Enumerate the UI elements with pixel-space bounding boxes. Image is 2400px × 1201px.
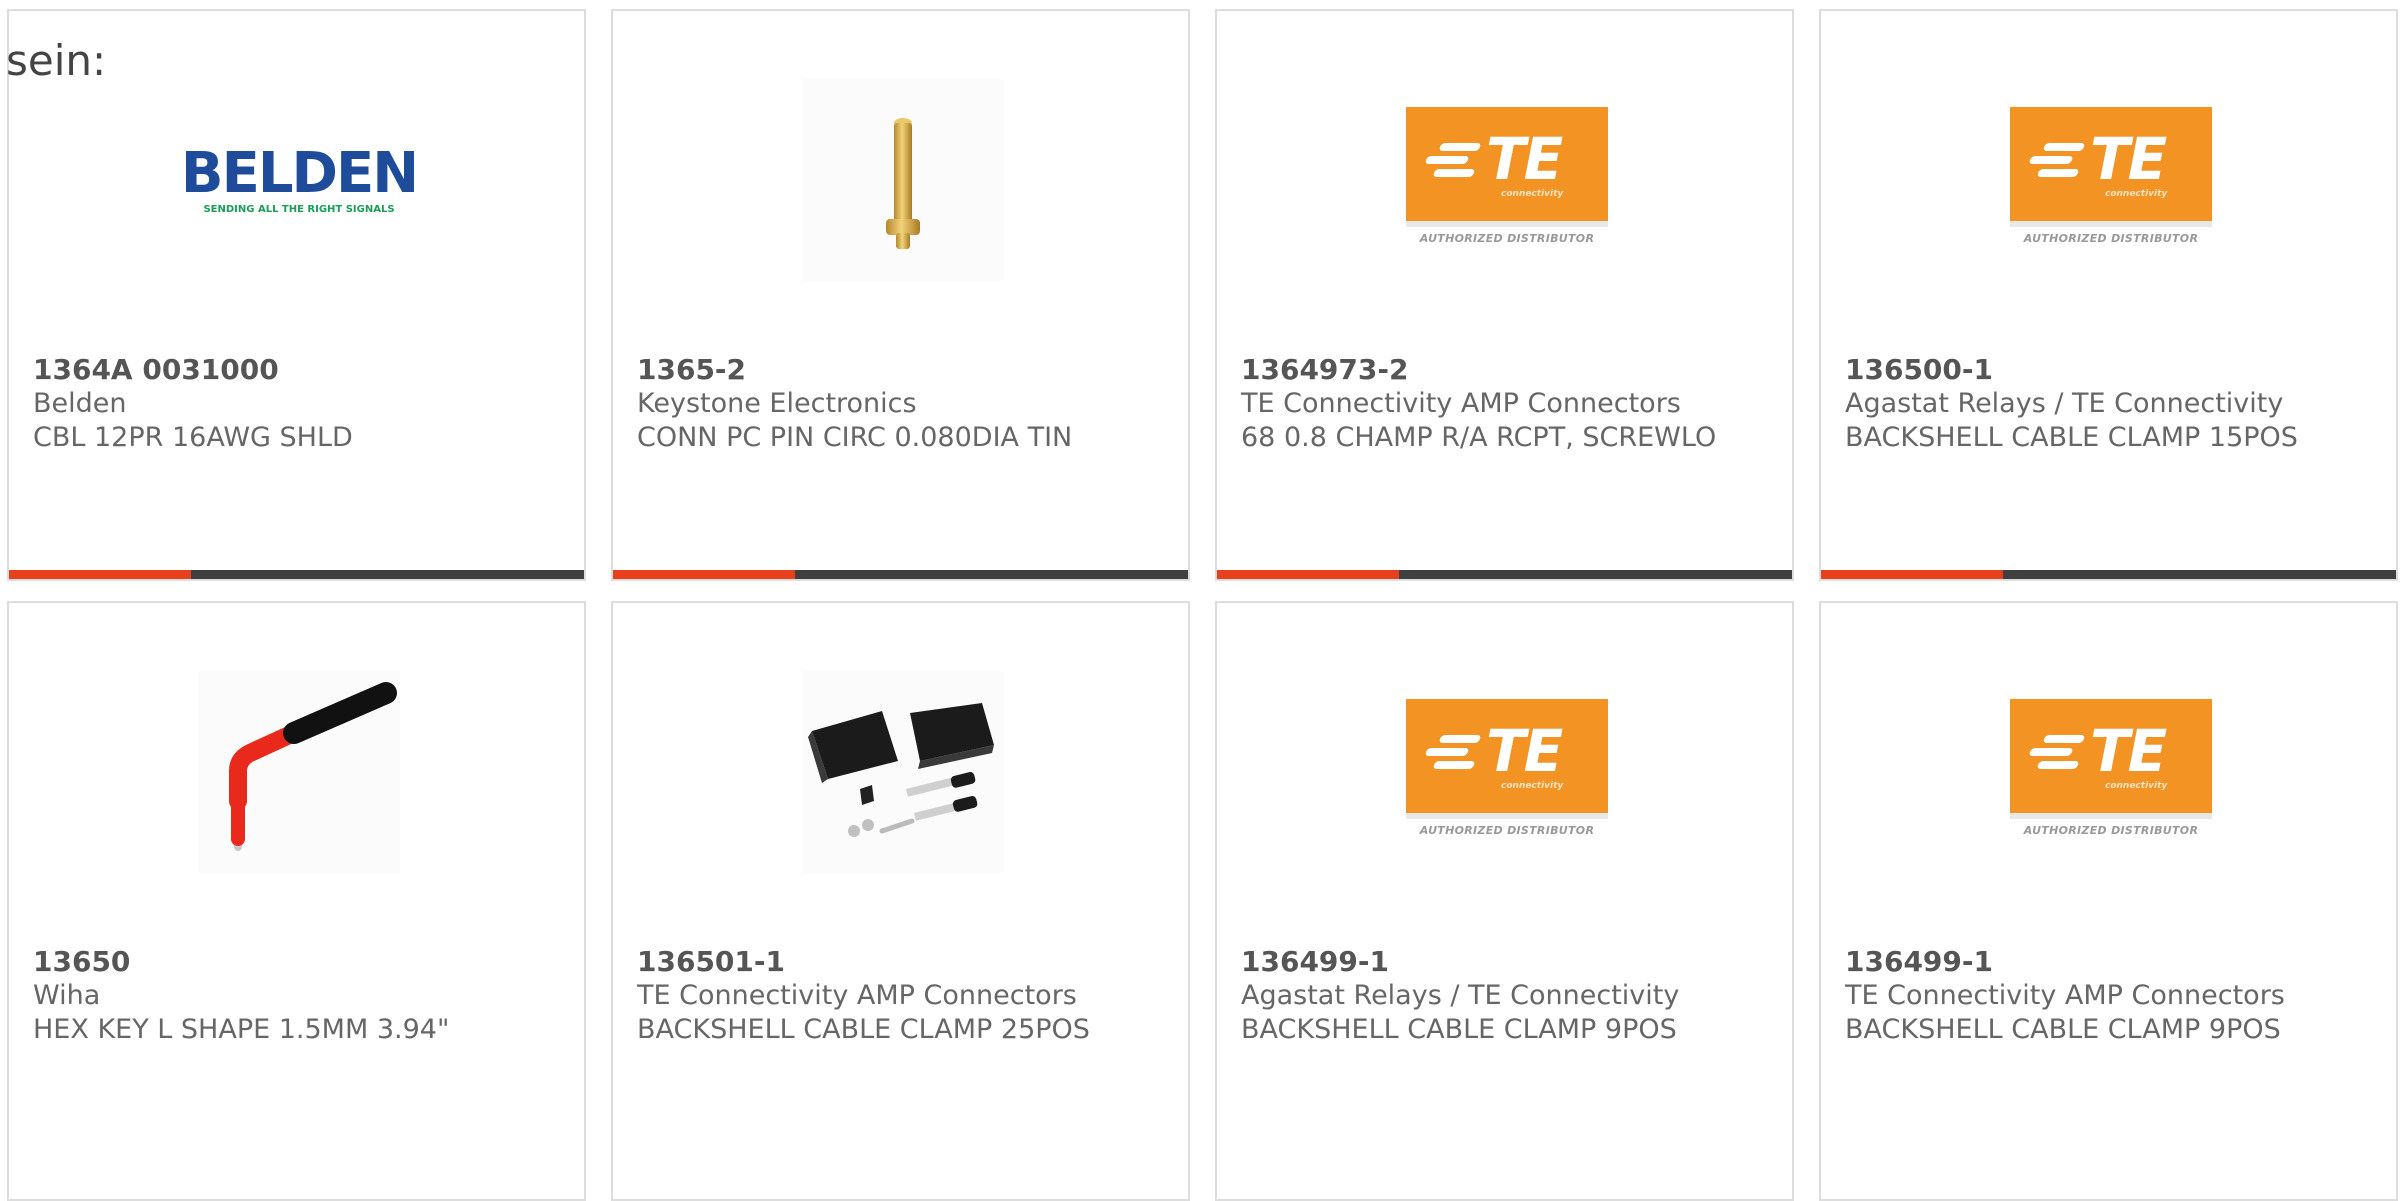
product-thumbnail [802,79,1004,281]
accent-segment [1217,570,1399,579]
manufacturer: TE Connectivity AMP Connectors [1241,388,1681,419]
te-logo-underline [1406,221,1608,227]
manufacturer: Belden [33,388,127,419]
intro-text: sein: [6,36,107,85]
product-info: 136499-1 Agastat Relays / TE Connectivit… [1241,945,1768,1047]
belden-logo: BELDEN SENDING ALL THE RIGHT SIGNALS [180,140,419,215]
part-number: 136501-1 [637,945,785,978]
product-card[interactable]: TE connectivity AUTHORIZED DISTRIBUTOR 1… [1215,601,1794,1201]
accent-bar [613,570,1188,579]
te-logo-underline [2010,221,2212,227]
product-card[interactable]: BELDEN SENDING ALL THE RIGHT SIGNALS 136… [7,9,586,581]
hex-key-image [198,671,400,873]
product-thumbnail [198,671,400,873]
te-authorized-text: AUTHORIZED DISTRIBUTOR [1419,232,1595,245]
product-info: 1364973-2 TE Connectivity AMP Connectors… [1241,353,1768,455]
belden-logo-tagline: SENDING ALL THE RIGHT SIGNALS [203,203,395,215]
description: BACKSHELL CABLE CLAMP 9POS [1241,1014,1677,1045]
te-logo-subtitle: connectivity [1501,189,1564,199]
description: BACKSHELL CABLE CLAMP 25POS [637,1014,1090,1045]
product-thumbnail: BELDEN SENDING ALL THE RIGHT SIGNALS [181,79,419,281]
te-logo-subtitle: connectivity [2105,189,2168,199]
part-number: 1364973-2 [1241,353,1409,386]
product-card[interactable]: TE connectivity AUTHORIZED DISTRIBUTOR 1… [1215,9,1794,581]
product-info: 136501-1 TE Connectivity AMP Connectors … [637,945,1164,1047]
product-info: 13650 Wiha HEX KEY L SHAPE 1.5MM 3.94" [33,945,560,1047]
accent-segment [9,570,191,579]
description: CBL 12PR 16AWG SHLD [33,422,353,453]
accent-segment [1821,570,2003,579]
product-thumbnail: TE connectivity AUTHORIZED DISTRIBUTOR [2010,79,2212,281]
product-thumbnail: TE connectivity AUTHORIZED DISTRIBUTOR [2010,671,2212,873]
manufacturer: TE Connectivity AMP Connectors [1845,980,2285,1011]
te-authorized-text: AUTHORIZED DISTRIBUTOR [2023,824,2199,837]
product-thumbnail [802,671,1004,873]
manufacturer: TE Connectivity AMP Connectors [637,980,1077,1011]
description: 68 0.8 CHAMP R/A RCPT, SCREWLO [1241,422,1717,453]
accent-bar [1821,570,2396,579]
product-info: 136500-1 Agastat Relays / TE Connectivit… [1845,353,2372,455]
accent-bar [9,570,584,579]
te-logo-lines [1424,735,1484,769]
belden-logo-wordmark: BELDEN [180,140,419,206]
te-logo-wordmark: TE [1486,125,1563,193]
part-number: 1364A 0031000 [33,353,279,386]
manufacturer: Agastat Relays / TE Connectivity [1845,388,2284,419]
te-logo-wordmark: TE [1486,717,1563,785]
product-info: 1365-2 Keystone Electronics CONN PC PIN … [637,353,1164,455]
te-logo: TE connectivity AUTHORIZED DISTRIBUTOR [2010,107,2212,253]
product-info: 1364A 0031000 Belden CBL 12PR 16AWG SHLD [33,353,560,455]
te-logo: TE connectivity AUTHORIZED DISTRIBUTOR [1406,699,1608,845]
backshell-image [802,671,1004,873]
part-number: 136499-1 [1241,945,1389,978]
part-number: 136500-1 [1845,353,1993,386]
te-logo-lines [2028,143,2088,177]
part-number: 136499-1 [1845,945,1993,978]
product-info: 136499-1 TE Connectivity AMP Connectors … [1845,945,2372,1047]
te-logo-underline [2010,813,2212,819]
product-card[interactable]: 136501-1 TE Connectivity AMP Connectors … [611,601,1190,1201]
manufacturer: Agastat Relays / TE Connectivity [1241,980,1680,1011]
description: HEX KEY L SHAPE 1.5MM 3.94" [33,1014,450,1045]
te-authorized-text: AUTHORIZED DISTRIBUTOR [2023,232,2199,245]
product-card[interactable]: TE connectivity AUTHORIZED DISTRIBUTOR 1… [1819,601,2398,1201]
description: CONN PC PIN CIRC 0.080DIA TIN [637,422,1073,453]
te-logo-subtitle: connectivity [2105,781,2168,791]
product-thumbnail: TE connectivity AUTHORIZED DISTRIBUTOR [1406,671,1608,873]
manufacturer: Wiha [33,980,101,1011]
product-card[interactable]: TE connectivity AUTHORIZED DISTRIBUTOR 1… [1819,9,2398,581]
description: BACKSHELL CABLE CLAMP 9POS [1845,1014,2281,1045]
te-logo: TE connectivity AUTHORIZED DISTRIBUTOR [2010,699,2212,845]
te-logo-wordmark: TE [2090,125,2167,193]
product-card[interactable]: 1365-2 Keystone Electronics CONN PC PIN … [611,9,1190,581]
accent-segment [613,570,795,579]
te-logo-wordmark: TE [2090,717,2167,785]
te-logo-underline [1406,813,1608,819]
manufacturer: Keystone Electronics [637,388,917,419]
part-number: 1365-2 [637,353,747,386]
pc-pin-image [802,79,1004,281]
te-logo: TE connectivity AUTHORIZED DISTRIBUTOR [1406,107,1608,253]
te-logo-lines [1424,143,1484,177]
te-logo-lines [2028,735,2088,769]
description: BACKSHELL CABLE CLAMP 15POS [1845,422,2298,453]
product-card[interactable]: 13650 Wiha HEX KEY L SHAPE 1.5MM 3.94" [7,601,586,1201]
accent-bar [1217,570,1792,579]
product-thumbnail: TE connectivity AUTHORIZED DISTRIBUTOR [1406,79,1608,281]
product-grid: BELDEN SENDING ALL THE RIGHT SIGNALS 136… [7,9,2398,1201]
te-authorized-text: AUTHORIZED DISTRIBUTOR [1419,824,1595,837]
part-number: 13650 [33,945,131,978]
te-logo-subtitle: connectivity [1501,781,1564,791]
